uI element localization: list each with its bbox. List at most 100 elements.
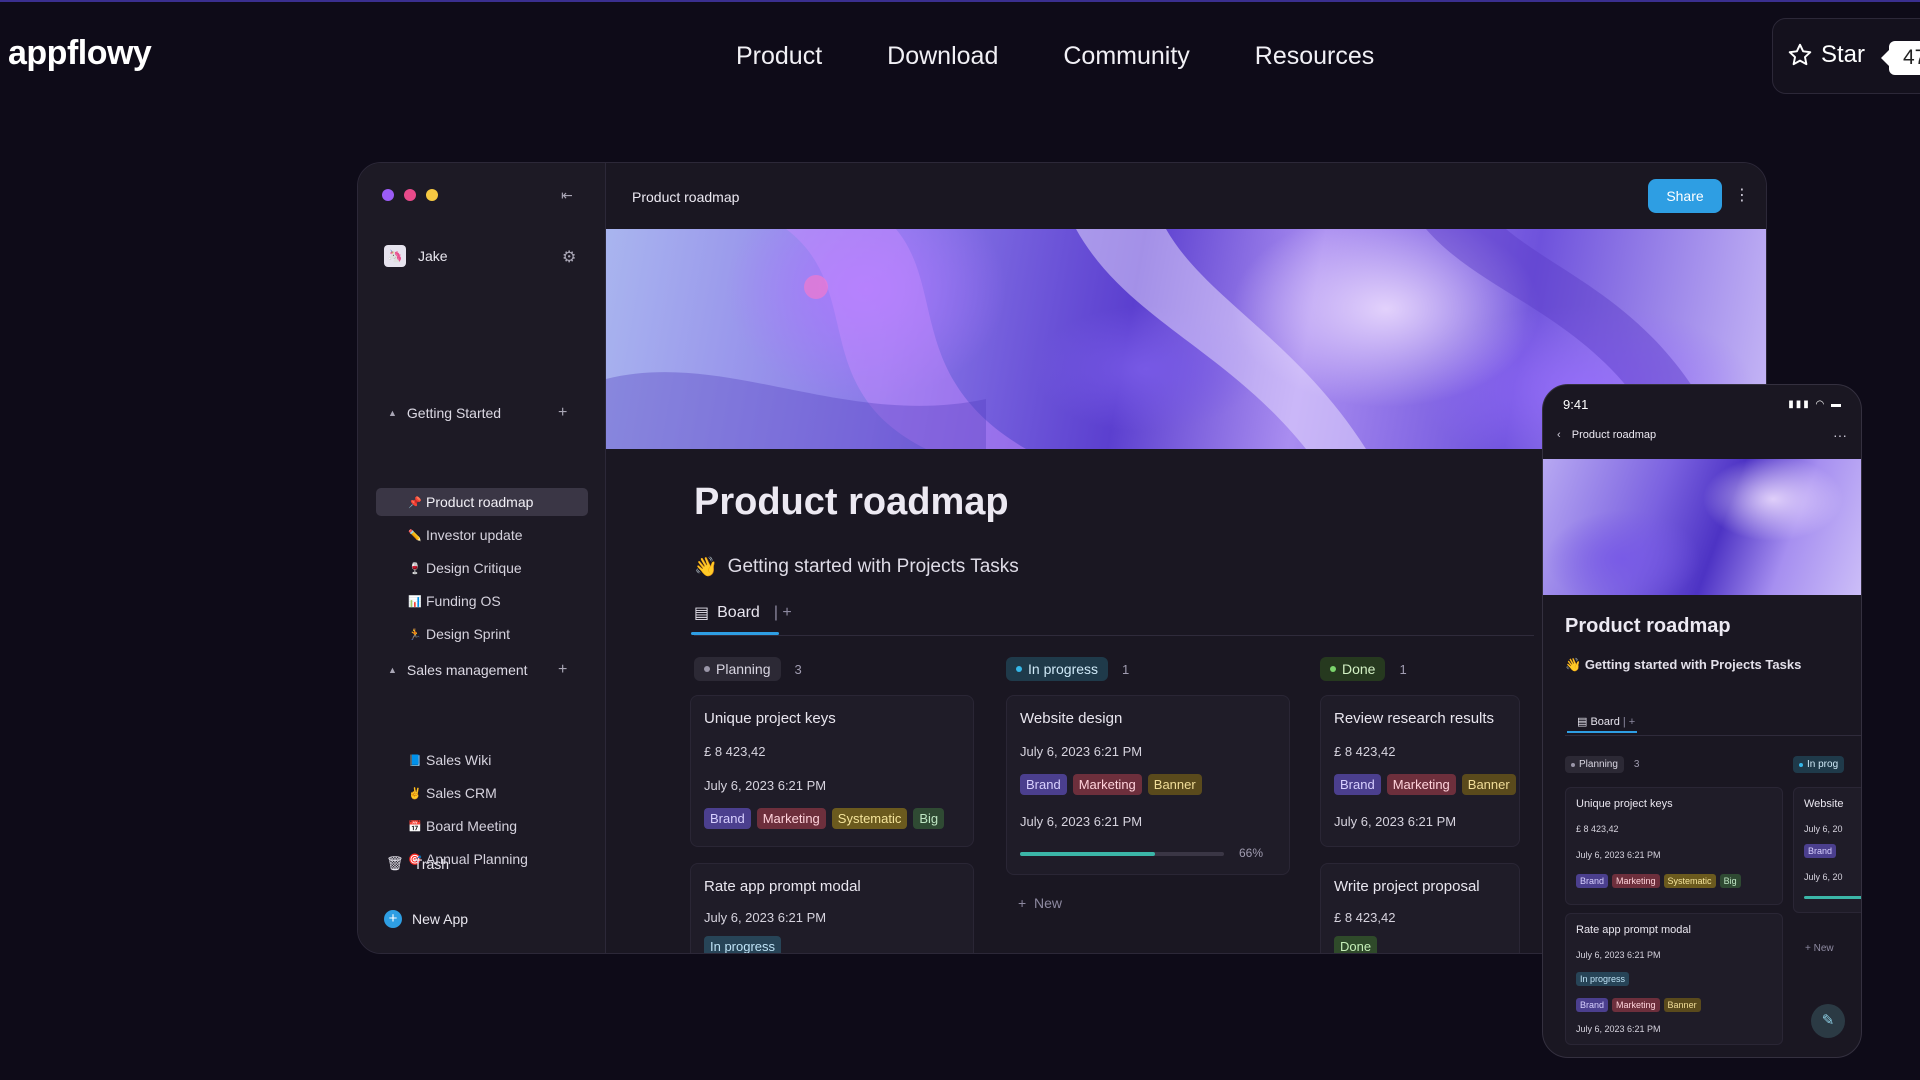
tag-done: Done [1334, 936, 1378, 953]
phone-tab-divider [1565, 735, 1861, 736]
add-view-icon[interactable]: | + [774, 604, 792, 622]
page-emoji-icon: 📊 [408, 595, 422, 608]
github-star-widget[interactable]: Star 47 [1772, 18, 1920, 94]
tag-big: Big [1719, 874, 1741, 888]
nav-resources[interactable]: Resources [1255, 42, 1375, 71]
card-unique-project-keys[interactable]: Unique project keys £ 8 423,42 July 6, 2… [690, 695, 974, 847]
card-title: Website [1804, 798, 1844, 810]
card-date: July 6, 20 [1804, 872, 1843, 882]
window-dot-yellow[interactable] [426, 189, 438, 201]
more-options-icon[interactable]: ··· [1833, 427, 1847, 443]
tag-brand: Brand [1804, 844, 1837, 858]
page-emoji-icon: 🏃 [408, 628, 422, 641]
phone-cover-image [1543, 459, 1861, 595]
phone-tab-board[interactable]: ▤ Board | + [1567, 715, 1637, 733]
add-page-icon[interactable]: + [558, 404, 567, 422]
tag-brand: Brand [1576, 874, 1609, 888]
settings-gear-icon[interactable]: ⚙ [562, 247, 576, 267]
sidebar-item-investor-update[interactable]: ✏️ Investor update [376, 521, 588, 549]
tag-marketing: Marketing [1072, 774, 1142, 795]
card-write-proposal[interactable]: Write project proposal £ 8 423,42 Done [1320, 863, 1520, 953]
card-website-design[interactable]: Website design July 6, 2023 6:21 PM Bran… [1006, 695, 1290, 875]
phone-add-card-button[interactable]: + New [1805, 943, 1834, 954]
user-row[interactable]: 🦄 Jake ⚙ [384, 245, 584, 267]
tag-marketing: Marketing [1612, 998, 1660, 1012]
star-count: 47 [1880, 41, 1920, 75]
window-dot-purple[interactable] [382, 189, 394, 201]
column-label: In progress [1028, 661, 1099, 677]
site-header: appflowy Product Download Community Reso… [0, 0, 1920, 110]
add-card-button[interactable]: + New [1018, 895, 1062, 911]
phone-card-website[interactable]: Website July 6, 20 Brand July 6, 20 [1793, 787, 1861, 913]
window-dot-pink[interactable] [404, 189, 416, 201]
site-nav-links: Product Download Community Resources [736, 42, 1374, 71]
new-app-button[interactable]: + New App [384, 910, 468, 928]
phone-card-unique-project-keys[interactable]: Unique project keys £ 8 423,42 July 6, 2… [1565, 787, 1783, 905]
nav-community[interactable]: Community [1063, 42, 1189, 71]
card-date: July 6, 2023 6:21 PM [1020, 744, 1143, 759]
caret-down-icon: ▲ [388, 408, 397, 418]
card-title: Unique project keys [1576, 798, 1673, 810]
new-app-label: New App [412, 911, 469, 927]
card-rate-app-prompt[interactable]: Rate app prompt modal July 6, 2023 6:21 … [690, 863, 974, 953]
tab-board[interactable]: ▤ Board | + [691, 603, 792, 635]
card-tags: Brand Marketing Banner [1334, 774, 1516, 795]
phone-column-in-progress[interactable]: In prog [1793, 756, 1845, 773]
card-tags: Brand Marketing Systematic Big [704, 808, 945, 829]
breadcrumb[interactable]: Product roadmap [632, 189, 739, 205]
tag-systematic: Systematic [831, 808, 908, 829]
sidebar-item-funding-os[interactable]: 📊 Funding OS [376, 587, 588, 615]
phone-page-title: Product roadmap [1565, 615, 1731, 637]
nav-download[interactable]: Download [887, 42, 998, 71]
add-view-icon[interactable]: | + [1623, 716, 1635, 728]
github-star-button[interactable]: Star [1787, 41, 1865, 69]
star-label: Star [1821, 41, 1866, 68]
sidebar-item-sales-wiki[interactable]: 📘 Sales Wiki [376, 746, 588, 774]
tag-brand: Brand [1576, 998, 1609, 1012]
column-header-done[interactable]: Done 1 [1320, 657, 1407, 681]
page-emoji-icon: 📘 [408, 754, 422, 767]
plus-circle-icon: + [384, 910, 402, 928]
section-title: Getting Started [406, 405, 502, 421]
phone-header-title: Product roadmap [1571, 429, 1657, 441]
sidebar-item-product-roadmap[interactable]: 📌 Product roadmap [376, 488, 588, 516]
tag-marketing: Marketing [1612, 874, 1660, 888]
avatar: 🦄 [384, 245, 406, 267]
collapse-sidebar-icon[interactable]: ⇤ [561, 187, 573, 204]
section-sales-management[interactable]: ▲ Sales management + [388, 661, 588, 679]
add-page-icon[interactable]: + [558, 661, 567, 679]
card-amount: £ 8 423,42 [704, 744, 766, 759]
phone-column-planning[interactable]: Planning 3 [1565, 756, 1639, 773]
section-getting-started[interactable]: ▲ Getting Started + [388, 404, 588, 422]
sidebar-item-design-critique[interactable]: 🍷 Design Critique [376, 554, 588, 582]
more-options-icon[interactable]: ⋮ [1734, 185, 1750, 205]
status-pill: Planning [694, 657, 781, 681]
page-emoji-icon: 📅 [408, 820, 422, 833]
status-pill: Planning [1565, 756, 1624, 773]
card-date: July 6, 2023 6:21 PM [1334, 814, 1457, 829]
sidebar-item-design-sprint[interactable]: 🏃 Design Sprint [376, 620, 588, 648]
new-label: New [1033, 895, 1062, 911]
share-button[interactable]: Share [1648, 179, 1722, 213]
tag-banner: Banner [1663, 998, 1701, 1012]
phone-card-rate-app-prompt[interactable]: Rate app prompt modal July 6, 2023 6:21 … [1565, 913, 1783, 1045]
card-tags: Brand Marketing Systematic Big [1576, 874, 1741, 888]
card-review-research[interactable]: Review research results £ 8 423,42 Brand… [1320, 695, 1520, 847]
sidebar-item-label: Funding OS [426, 593, 501, 609]
appflowy-logo[interactable]: appflowy [8, 34, 152, 73]
window-controls [382, 189, 438, 201]
column-header-planning[interactable]: Planning 3 [694, 657, 802, 681]
column-header-in-progress[interactable]: In progress 1 [1006, 657, 1129, 681]
sidebar-item-label: Design Sprint [426, 626, 511, 642]
sidebar-item-sales-crm[interactable]: ✌️ Sales CRM [376, 779, 588, 807]
nav-product[interactable]: Product [736, 42, 822, 71]
phone-status-bar: 9:41 ▮▮▮ ◠ ▬ [1563, 397, 1843, 412]
back-chevron-icon[interactable]: ‹ [1557, 429, 1561, 441]
phone-time: 9:41 [1563, 397, 1589, 412]
edit-pencil-icon[interactable]: ✎ [1811, 1004, 1845, 1038]
page-emoji-icon: 🍷 [408, 562, 422, 575]
trash-button[interactable]: 🗑 Trash [386, 855, 449, 872]
sidebar-item-board-meeting[interactable]: 📅 Board Meeting [376, 812, 588, 840]
tag-brand: Brand [1334, 774, 1381, 795]
card-date: July 6, 2023 6:21 PM [1576, 850, 1661, 860]
